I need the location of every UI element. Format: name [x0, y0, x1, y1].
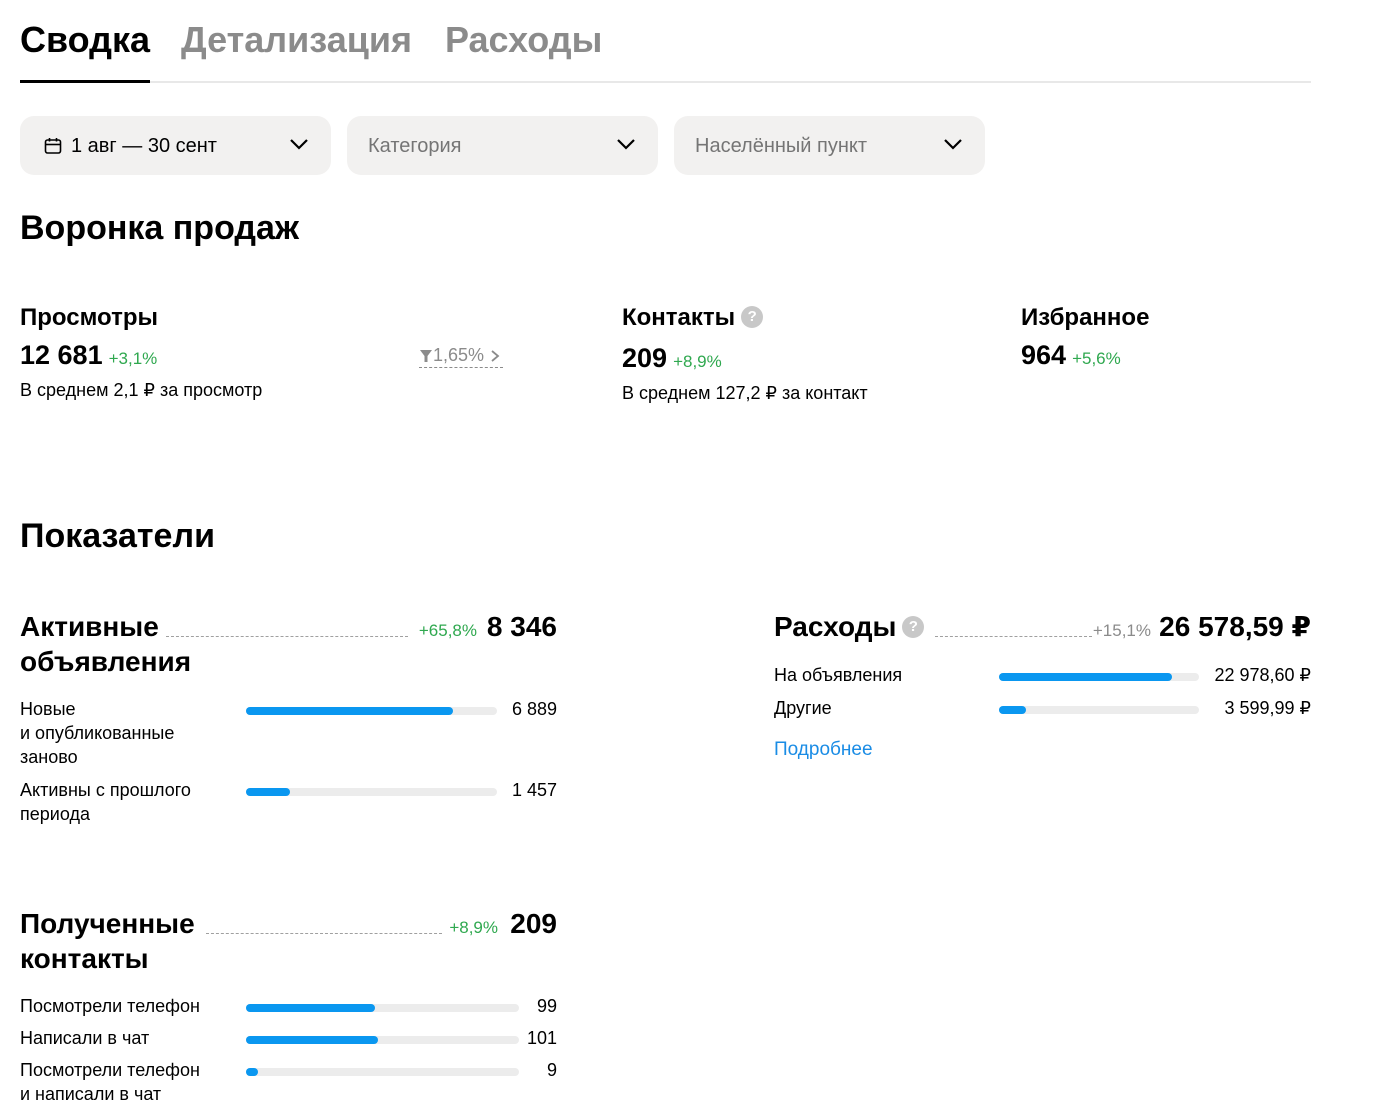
expenses-title-text: Расходы — [774, 611, 897, 642]
views-number: 12 681 — [20, 340, 103, 370]
row-value-previous: 1 457 — [511, 780, 557, 800]
active-ads-title-line2: объявления — [20, 646, 192, 677]
period-value: 1 авг — 30 сент — [71, 135, 217, 157]
contacts-title: Контакты? — [622, 303, 764, 333]
row-label-chat: Написали в чат — [20, 1028, 150, 1048]
bar-fill — [246, 707, 454, 715]
filter-icon — [420, 350, 432, 362]
row-value-chat: 101 — [526, 1028, 557, 1048]
active-ads-delta: +65,8% — [418, 621, 477, 640]
label-line: заново — [20, 747, 78, 767]
label-line: Посмотрели телефон — [20, 1060, 200, 1080]
row-value-phone-and-chat: 9 — [546, 1060, 557, 1080]
funnel-title: Воронка продаж — [20, 209, 299, 247]
row-label-new: Новые и опубликованные заново — [20, 697, 174, 769]
received-contacts-title-line2: контакты — [20, 943, 149, 974]
contacts-value: 209 +8,9% — [622, 342, 722, 378]
received-contacts-delta: +8,9% — [449, 918, 498, 937]
active-ads-title-line1: Активные — [20, 611, 159, 642]
row-label-other-expenses: Другие — [774, 698, 832, 718]
bar-track — [999, 706, 1199, 714]
bar-fill — [999, 706, 1026, 714]
row-value-new: 6 889 — [511, 699, 557, 719]
category-placeholder: Категория — [368, 135, 462, 157]
label-line: и опубликованные — [20, 723, 175, 743]
bar-track — [246, 788, 497, 796]
label-line: периода — [20, 804, 90, 824]
bar-track — [246, 707, 497, 715]
bar-track — [246, 1036, 519, 1044]
bar-fill — [999, 673, 1172, 681]
help-icon[interactable]: ? — [741, 305, 764, 328]
received-contacts-title: Полученные контакты — [20, 906, 195, 976]
favorites-title: Избранное — [1021, 304, 1150, 331]
indicators-title: Показатели — [20, 517, 215, 555]
label-line: Активны с прошлого — [20, 780, 191, 800]
tab-bar: Сводка Детализация Расходы — [20, 0, 1311, 83]
location-placeholder: Населённый пункт — [695, 135, 868, 157]
views-avg: В среднем 2,1 ₽ за просмотр — [20, 380, 263, 400]
row-label-phone: Посмотрели телефон — [20, 996, 200, 1016]
period-select[interactable]: 1 авг — 30 сент — [20, 116, 331, 175]
label-line: Новые — [20, 699, 76, 719]
dotted-leader — [206, 933, 442, 934]
active-ads-title: Активные объявления — [20, 609, 191, 679]
category-select[interactable]: Категория — [347, 116, 658, 175]
favorites-delta: +5,6% — [1072, 349, 1121, 368]
bar-fill — [246, 1004, 376, 1012]
contacts-delta: +8,9% — [673, 352, 722, 371]
tab-details[interactable]: Детализация — [181, 18, 412, 62]
bar-track — [246, 1004, 519, 1012]
location-select[interactable]: Населённый пункт — [674, 116, 985, 175]
contacts-number: 209 — [622, 343, 668, 373]
bar-fill — [246, 1068, 258, 1076]
views-title: Просмотры — [20, 304, 159, 331]
expenses-title: Расходы? — [774, 609, 925, 644]
conversion-link[interactable]: 1,65% — [419, 343, 504, 368]
label-line: и написали в чат — [20, 1084, 162, 1104]
bar-track — [246, 1068, 519, 1076]
tab-expenses[interactable]: Расходы — [445, 18, 602, 62]
views-value: 12 681 +3,1% — [20, 339, 157, 375]
received-contacts-total: 209 — [510, 908, 557, 939]
row-label-previous: Активны с прошлого периода — [20, 778, 191, 826]
chevron-down-icon — [617, 139, 635, 150]
row-value-ads-expenses: 22 978,60 ₽ — [1214, 665, 1311, 685]
help-icon[interactable]: ? — [902, 615, 925, 638]
favorites-number: 964 — [1021, 340, 1067, 370]
contacts-title-text: Контакты — [622, 304, 736, 331]
chevron-down-icon — [944, 139, 962, 150]
calendar-icon — [44, 138, 62, 154]
chevron-down-icon — [290, 139, 308, 150]
received-contacts-title-line1: Полученные — [20, 908, 195, 939]
contacts-avg: В среднем 127,2 ₽ за контакт — [622, 383, 868, 403]
views-delta: +3,1% — [108, 349, 158, 368]
favorites-value: 964 +5,6% — [1021, 339, 1121, 375]
bar-track — [999, 673, 1199, 681]
more-link[interactable]: Подробнее — [774, 738, 873, 762]
row-label-ads-expenses: На объявления — [774, 665, 903, 685]
row-value-phone: 99 — [536, 996, 557, 1016]
tab-summary[interactable]: Сводка — [20, 18, 151, 83]
dotted-leader — [935, 636, 1092, 637]
conversion-value: 1,65% — [433, 345, 485, 365]
row-label-phone-and-chat: Посмотрели телефон и написали в чат — [20, 1058, 200, 1106]
dotted-leader — [166, 636, 408, 637]
expenses-delta: +15,1% — [1092, 621, 1151, 640]
bar-fill — [246, 1036, 378, 1044]
active-ads-total: 8 346 — [486, 611, 557, 642]
chevron-right-icon — [491, 350, 500, 362]
row-value-other-expenses: 3 599,99 ₽ — [1224, 698, 1311, 718]
expenses-total: 26 578,59 ₽ — [1159, 611, 1311, 642]
bar-fill — [246, 788, 290, 796]
